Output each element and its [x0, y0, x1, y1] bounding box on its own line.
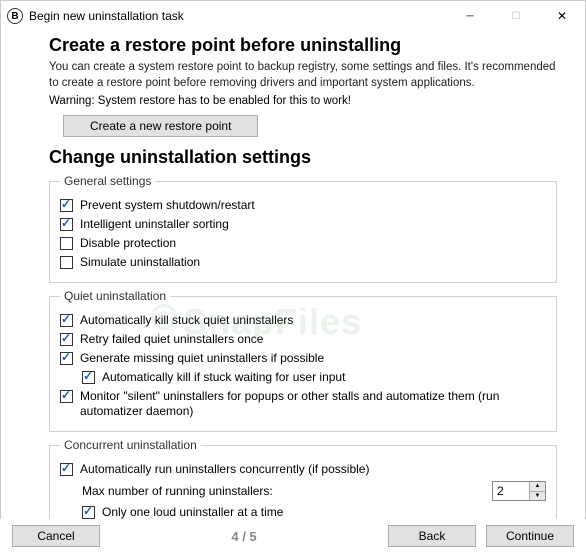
- page-indicator: 4 / 5: [231, 529, 256, 544]
- spinner-down-icon[interactable]: ▼: [530, 492, 545, 501]
- checkbox-one-loud[interactable]: [82, 506, 95, 519]
- checkbox-auto-concurrent[interactable]: [60, 463, 73, 476]
- restore-description: You can create a system restore point to…: [49, 60, 557, 91]
- label-monitor-silent: Monitor "silent" uninstallers for popups…: [80, 389, 546, 419]
- checkbox-disable-protection[interactable]: [60, 237, 73, 250]
- checkbox-auto-kill-stuck[interactable]: [60, 314, 73, 327]
- spinner-up-icon[interactable]: ▲: [530, 482, 545, 492]
- checkbox-monitor-silent[interactable]: [60, 390, 73, 403]
- quiet-uninstall-group: Quiet uninstallation Automatically kill …: [49, 289, 557, 432]
- checkbox-auto-kill-waiting[interactable]: [82, 371, 95, 384]
- cancel-button[interactable]: Cancel: [12, 525, 100, 547]
- checkbox-generate-missing[interactable]: [60, 352, 73, 365]
- label-generate-missing: Generate missing quiet uninstallers if p…: [80, 351, 324, 366]
- label-auto-concurrent: Automatically run uninstallers concurren…: [80, 462, 369, 477]
- footer: Cancel 4 / 5 Back Continue: [0, 519, 586, 553]
- max-uninstallers-spinner[interactable]: 2 ▲ ▼: [492, 481, 546, 501]
- max-uninstallers-value[interactable]: 2: [493, 482, 529, 500]
- concurrent-legend: Concurrent uninstallation: [60, 438, 201, 452]
- concurrent-uninstall-group: Concurrent uninstallation Automatically …: [49, 438, 557, 519]
- general-settings-group: General settings Prevent system shutdown…: [49, 174, 557, 283]
- settings-heading: Change uninstallation settings: [49, 147, 557, 168]
- label-retry-failed: Retry failed quiet uninstallers once: [80, 332, 263, 347]
- app-icon: B: [7, 8, 23, 24]
- label-auto-kill-waiting: Automatically kill if stuck waiting for …: [102, 370, 345, 385]
- minimize-button[interactable]: ─: [447, 1, 493, 31]
- restore-heading: Create a restore point before uninstalli…: [49, 35, 557, 56]
- checkbox-retry-failed[interactable]: [60, 333, 73, 346]
- label-one-loud: Only one loud uninstaller at a time: [102, 505, 283, 519]
- checkbox-intelligent-sorting[interactable]: [60, 218, 73, 231]
- back-button[interactable]: Back: [388, 525, 476, 547]
- label-max-uninstallers: Max number of running uninstallers:: [82, 484, 492, 498]
- maximize-button: ☐: [493, 1, 539, 31]
- create-restore-point-button[interactable]: Create a new restore point: [63, 115, 258, 137]
- window-title: Begin new uninstallation task: [29, 9, 447, 23]
- titlebar: B Begin new uninstallation task ─ ☐ ✕: [1, 1, 585, 31]
- quiet-legend: Quiet uninstallation: [60, 289, 170, 303]
- label-intelligent-sorting: Intelligent uninstaller sorting: [80, 217, 229, 232]
- label-auto-kill-stuck: Automatically kill stuck quiet uninstall…: [80, 313, 293, 328]
- general-legend: General settings: [60, 174, 155, 188]
- restore-warning: Warning: System restore has to be enable…: [49, 95, 557, 107]
- label-prevent-shutdown: Prevent system shutdown/restart: [80, 198, 255, 213]
- close-button[interactable]: ✕: [539, 1, 585, 31]
- checkbox-prevent-shutdown[interactable]: [60, 199, 73, 212]
- label-simulate: Simulate uninstallation: [80, 255, 200, 270]
- checkbox-simulate[interactable]: [60, 256, 73, 269]
- content-area: CSnapFiles Create a restore point before…: [1, 31, 585, 519]
- label-disable-protection: Disable protection: [80, 236, 176, 251]
- continue-button[interactable]: Continue: [486, 525, 574, 547]
